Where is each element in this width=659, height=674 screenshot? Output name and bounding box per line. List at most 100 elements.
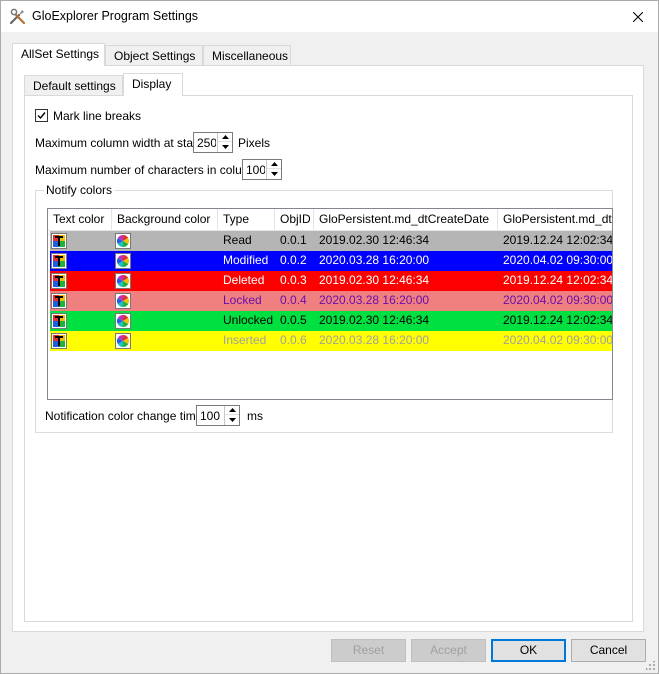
text-color-icon[interactable] [51,313,67,329]
row-create-date-cell: 2020.03.28 16:20:00 [319,293,430,307]
ok-button[interactable]: OK [491,639,566,662]
notification-time-input[interactable] [197,406,225,425]
settings-window: GloExplorer Program Settings AllSet Sett… [0,0,659,674]
row-type-cell: Modified [223,253,269,267]
column-header-objid[interactable]: ObjID [275,209,314,231]
tab-object-settings[interactable]: Object Settings [105,45,203,66]
spin-buttons [266,160,281,179]
spin-up-button[interactable] [267,160,281,169]
tab-default-settings[interactable]: Default settings [24,75,123,95]
color-wheel-icon[interactable] [115,273,131,289]
allset-panel: Default settings Display Mark line break… [12,65,644,632]
row-md-dt-cell: 2020.04.02 09:30:00 [503,253,613,267]
max-chars-spinner [242,159,282,180]
window-title: GloExplorer Program Settings [32,9,199,23]
column-header-md-dt[interactable]: GloPersistent.md_dt [498,209,612,231]
row-create-date-cell: 2019.02.30 12:46:34 [319,313,430,327]
close-icon [633,11,643,22]
resize-grip-icon[interactable] [646,661,656,671]
reset-button[interactable]: Reset [331,639,406,662]
table-row[interactable]: Unlocked 0.0.5 2019.02.30 12:46:34 2019.12.… [48,311,613,331]
tab-display[interactable]: Display [123,73,183,96]
arrow-up-icon [221,135,229,139]
column-header-text-color[interactable]: Text color [48,209,112,231]
row-objid-cell: 0.0.1 [280,233,307,247]
table-row[interactable]: Modified 0.0.2 2020.03.28 16:20:00 2020.04.… [48,251,613,271]
spin-buttons [217,133,232,152]
table-row[interactable]: Deleted 0.0.3 2019.02.30 12:46:34 2019.12.2… [48,271,613,291]
text-color-icon[interactable] [51,253,67,269]
color-wheel-icon[interactable] [115,313,131,329]
text-color-icon[interactable] [51,293,67,309]
text-color-icon[interactable] [51,233,67,249]
max-chars-label: Maximum number of characters in column: [35,163,262,177]
spin-down-button[interactable] [218,142,232,151]
text-color-icon[interactable] [51,333,67,349]
row-create-date-cell: 2019.02.30 12:46:34 [319,273,430,287]
tab-label: AllSet Settings [21,47,100,61]
arrow-down-icon [270,171,278,176]
color-wheel-icon[interactable] [115,293,131,309]
text-color-icon[interactable] [51,273,67,289]
spin-up-button[interactable] [218,133,232,142]
arrow-up-icon [270,162,278,166]
color-wheel-icon[interactable] [115,333,131,349]
max-column-width-input[interactable] [194,133,218,152]
table-row[interactable]: Inserted 0.0.6 2020.03.28 16:20:00 2020.04.… [48,331,612,351]
row-md-dt-cell: 2019.12.24 12:02:34 [503,273,613,287]
spin-down-button[interactable] [225,415,239,424]
color-wheel-icon[interactable] [115,253,131,269]
checkmark-icon [37,112,46,120]
row-objid-cell: 0.0.2 [280,253,307,267]
notification-time-label: Notification color change time: [45,409,206,423]
row-objid-cell: 0.0.3 [280,273,307,287]
max-column-width-spinner [193,132,233,153]
notify-colors-title: Notify colors [44,183,115,197]
row-objid-cell: 0.0.4 [280,293,307,307]
ms-unit-label: ms [247,409,263,423]
row-md-dt-cell: 2019.12.24 12:02:34 [503,233,613,247]
row-md-dt-cell: 2019.12.24 12:02:34 [503,313,613,327]
display-panel: Mark line breaks Maximum column width at… [24,95,633,622]
arrow-up-icon [228,408,236,412]
pixels-unit-label: Pixels [238,136,271,150]
mark-line-breaks-label: Mark line breaks [53,109,142,123]
tab-label: Miscellaneous [212,49,289,63]
tab-miscellaneous[interactable]: Miscellaneous [203,45,291,66]
title-bar: GloExplorer Program Settings [1,1,658,32]
tools-icon [9,8,26,25]
notify-colors-list[interactable]: Text color Background color Type ObjID G… [47,208,613,400]
spin-up-button[interactable] [225,406,239,415]
color-wheel-icon[interactable] [115,233,131,249]
notification-time-spinner [196,405,240,426]
row-create-date-cell: 2020.03.28 16:20:00 [319,253,430,267]
row-type-cell: Inserted [223,333,267,347]
column-header-create-date[interactable]: GloPersistent.md_dtCreateDate [314,209,498,231]
row-md-dt-cell: 2020.04.02 09:30:00 [503,293,613,307]
accept-button[interactable]: Accept [411,639,486,662]
spin-buttons [224,406,239,425]
row-type-cell: Locked [223,293,262,307]
tab-allset-settings[interactable]: AllSet Settings [12,43,105,66]
tab-label: Display [132,77,172,91]
list-header: Text color Background color Type ObjID G… [48,209,612,231]
cancel-button[interactable]: Cancel [571,639,646,662]
column-header-type[interactable]: Type [218,209,275,231]
notify-colors-group: Notify colors Text color Background colo… [35,183,613,433]
row-objid-cell: 0.0.6 [280,333,307,347]
close-button[interactable] [618,1,658,32]
spin-down-button[interactable] [267,169,281,178]
tab-label: Default settings [33,79,116,93]
arrow-down-icon [221,144,229,149]
column-header-background-color[interactable]: Background color [112,209,218,231]
row-type-cell: Read [223,233,252,247]
tab-label: Object Settings [114,49,196,63]
table-row[interactable]: Read 0.0.1 2019.02.30 12:46:34 2019.12.24 1… [48,231,613,251]
mark-line-breaks-checkbox[interactable] [35,109,48,122]
max-column-width-label: Maximum column width at start: [35,136,204,150]
table-row[interactable]: Locked 0.0.4 2020.03.28 16:20:00 2020.04.02… [48,291,613,311]
arrow-down-icon [228,417,236,422]
row-objid-cell: 0.0.5 [280,313,307,327]
row-type-cell: Deleted [223,273,265,287]
max-chars-input[interactable] [243,160,267,179]
